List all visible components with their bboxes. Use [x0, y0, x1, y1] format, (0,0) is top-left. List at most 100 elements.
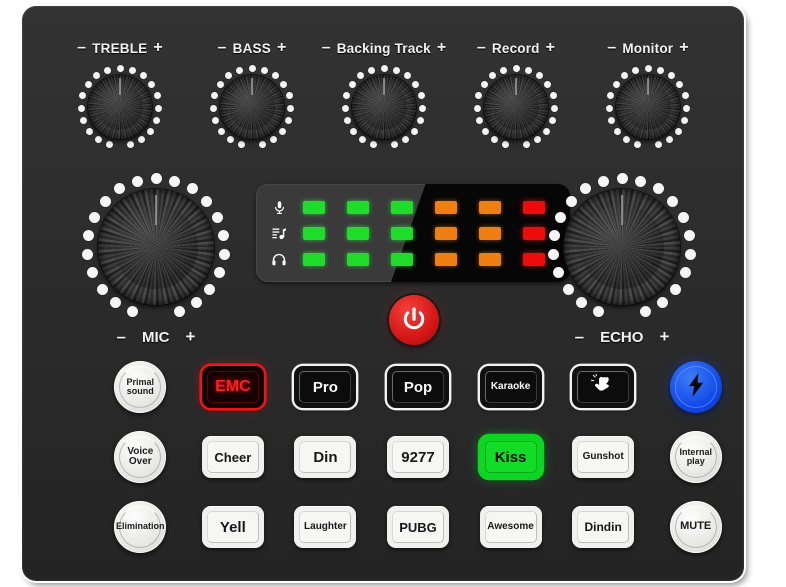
knob-monitor[interactable]: – Monitor + [588, 40, 708, 160]
knob-face-4[interactable] [616, 75, 680, 139]
echo-knob-wrap[interactable] [546, 171, 698, 323]
knob-ring-dot [562, 283, 574, 295]
knob-ring-dot [260, 66, 268, 74]
knob-wrap-2[interactable] [341, 64, 427, 150]
pad-elimination[interactable]: Elimination [114, 501, 167, 553]
knob-name-0: TREBLE [92, 40, 148, 56]
knob-indicator-2 [383, 78, 385, 95]
knob-ring-dot [368, 66, 376, 74]
mic-minus-sign[interactable]: – [117, 327, 126, 347]
knob-wrap-1[interactable] [209, 64, 295, 150]
knob-ring-dot [652, 183, 664, 195]
knob-ring-dot [670, 283, 682, 295]
echo-knob-face[interactable] [564, 189, 680, 305]
knob-ring-dot [116, 64, 124, 72]
led-indicator-r1-c5 [479, 200, 501, 214]
pad-pubg[interactable]: PUBG [386, 506, 449, 548]
knob-ring-dot [211, 211, 223, 223]
knob-indicator-3 [515, 78, 517, 95]
knob-ring-dot [137, 135, 145, 143]
pad-pop[interactable]: Pop [386, 366, 449, 408]
pad-kiss[interactable]: Kiss [479, 436, 542, 478]
pad-pro[interactable]: Pro [294, 366, 357, 408]
pad-emc[interactable]: EMC [201, 366, 264, 408]
pad-laughter-inner: Laughter [299, 511, 352, 543]
echo-volume-knob[interactable]: – ECHO + [542, 171, 702, 351]
knob-backing-track[interactable]: – Backing Track + [322, 40, 447, 160]
pad-cheer[interactable]: Cheer [201, 436, 264, 478]
knob-face-3[interactable] [484, 75, 548, 139]
echo-plus-sign[interactable]: + [659, 327, 669, 347]
knob-plus-3[interactable]: + [546, 40, 556, 56]
led-indicator-r2-c2 [347, 226, 369, 240]
led-indicator-r1-c1 [303, 200, 325, 214]
knob-ring-dot [86, 127, 94, 135]
knob-indicator-4 [647, 78, 649, 95]
knob-bass[interactable]: – BASS + [192, 40, 312, 160]
knob-record[interactable]: – Record + [456, 40, 576, 160]
echo-minus-sign[interactable]: – [575, 327, 584, 347]
knob-ring-dot [139, 72, 147, 80]
pad-voice-over[interactable]: Voice Over [114, 431, 167, 483]
knob-plus-1[interactable]: + [277, 40, 287, 56]
knob-ring-dot [344, 116, 352, 124]
knob-plus-0[interactable]: + [153, 40, 163, 56]
mic-knob-name: MIC [142, 328, 170, 346]
knob-ring-dot [410, 127, 418, 135]
pad-lightning[interactable] [669, 361, 722, 413]
knob-minus-3[interactable]: – [477, 40, 486, 56]
pad-9277[interactable]: 9277 [386, 436, 449, 478]
pad-karaoke[interactable]: Karaoke [479, 366, 542, 408]
power-button[interactable] [389, 295, 439, 345]
knob-face-1[interactable] [220, 75, 284, 139]
pad-dindin[interactable]: Dindin [572, 506, 635, 548]
knob-ring-dot [77, 104, 85, 112]
pad-gunshot[interactable]: Gunshot [572, 436, 635, 478]
knob-minus-0[interactable]: – [77, 40, 86, 56]
pad-karaoke-label: Karaoke [490, 381, 531, 392]
pad-yell-label: Yell [219, 518, 246, 536]
pad-emc-label: EMC [215, 378, 251, 395]
knob-wrap-0[interactable] [77, 64, 163, 150]
knob-ring-dot [674, 127, 682, 135]
knob-minus-4[interactable]: – [607, 40, 616, 56]
knob-minus-2[interactable]: – [322, 40, 331, 56]
pad-din[interactable]: Din [294, 436, 357, 478]
pad-mute[interactable]: MUTE [669, 501, 722, 553]
knob-ring-dot [269, 135, 277, 143]
mic-volume-knob[interactable]: – MIC + [76, 171, 236, 351]
knob-plus-2[interactable]: + [437, 40, 447, 56]
pad-yell[interactable]: Yell [201, 506, 264, 548]
mic-plus-sign[interactable]: + [186, 327, 196, 347]
knob-ring-dot [576, 296, 588, 308]
knob-ring-dot [551, 104, 559, 112]
knob-ring-dot [533, 135, 541, 143]
knob-ring-dot [79, 92, 87, 100]
knob-ring-dot [480, 81, 488, 89]
knob-ring-dot [84, 81, 92, 89]
pad-row-1: Primal sound EMC Pro Pop Karaoke [94, 358, 742, 416]
pad-internal-play[interactable]: Internal play [669, 431, 722, 483]
knob-plus-4[interactable]: + [679, 40, 689, 56]
pad-laughter[interactable]: Laughter [294, 506, 357, 548]
led-indicator-r2-c4 [435, 226, 457, 240]
knob-ring-dot [258, 140, 266, 148]
knob-ring-dot [553, 267, 565, 279]
knob-wrap-4[interactable] [605, 64, 691, 150]
knob-treble[interactable]: – TREBLE + [60, 40, 180, 160]
knob-face-0[interactable] [88, 75, 152, 139]
knob-wrap-3[interactable] [473, 64, 559, 150]
pad-primal-sound[interactable]: Primal sound [114, 361, 167, 413]
knob-ring-dot [186, 183, 198, 195]
mic-knob-face[interactable] [98, 189, 214, 305]
knob-ring-dot [612, 81, 620, 89]
knob-ring-dot [665, 135, 673, 143]
knob-face-2[interactable] [352, 75, 416, 139]
mic-knob-wrap[interactable] [80, 171, 232, 323]
pad-awesome[interactable]: Awesome [479, 506, 542, 548]
pad-applause-icon[interactable] [572, 366, 635, 408]
knob-ring-dot [544, 81, 552, 89]
knob-ring-dot [152, 116, 160, 124]
knob-ring-dot [634, 140, 642, 148]
knob-minus-1[interactable]: – [218, 40, 227, 56]
